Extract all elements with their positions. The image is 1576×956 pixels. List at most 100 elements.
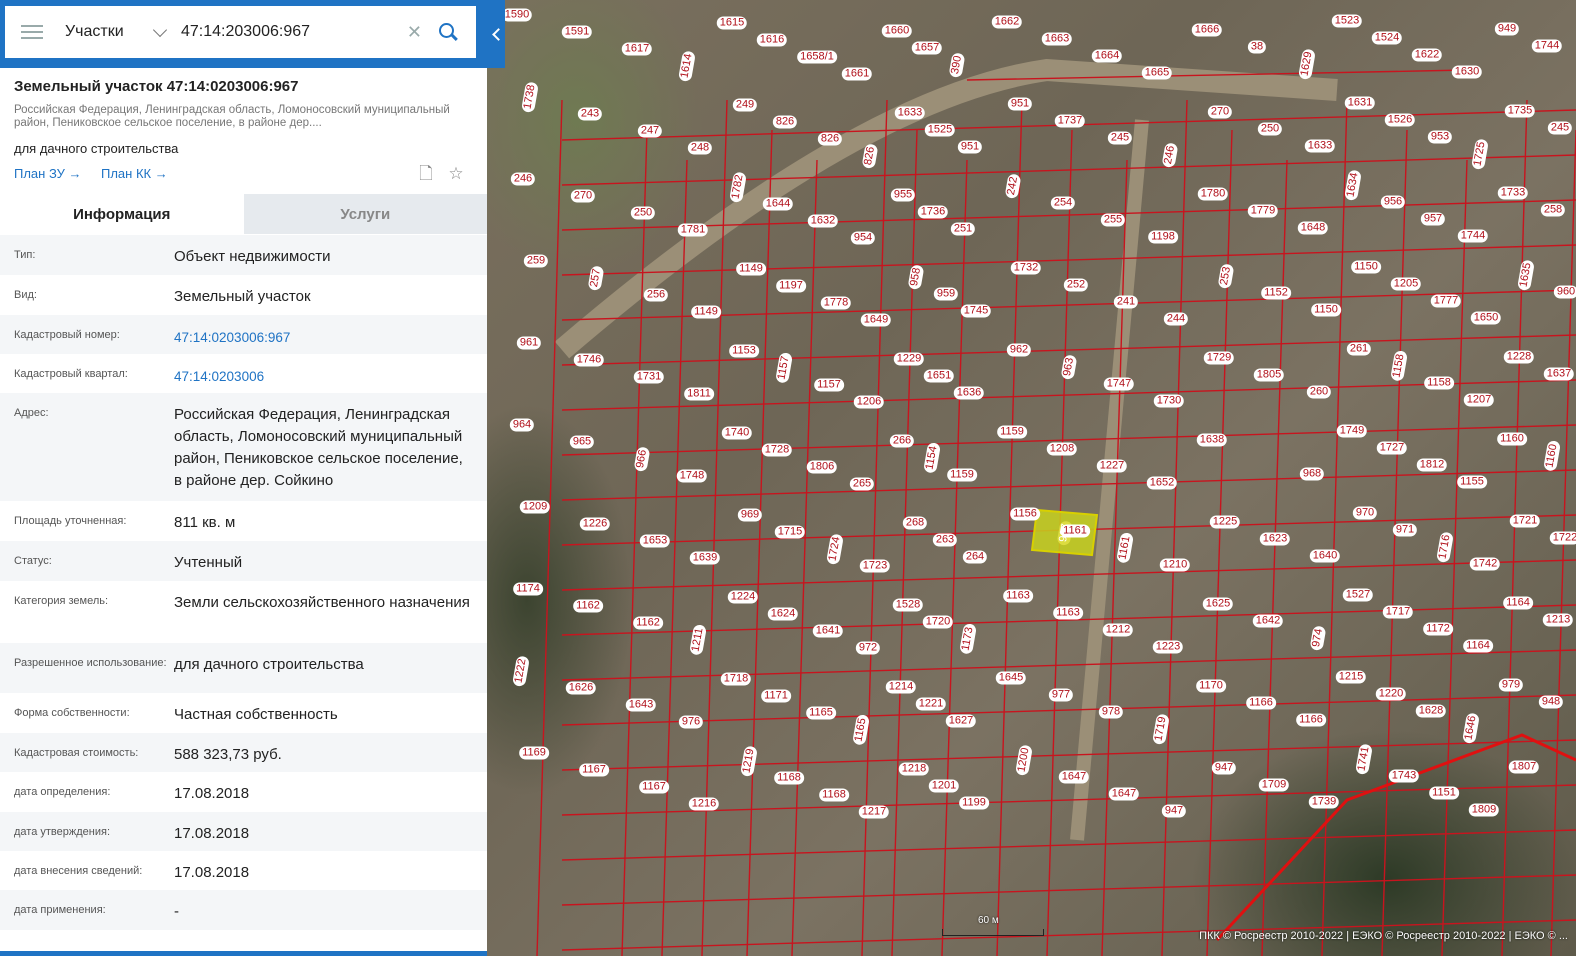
parcel-label[interactable]: 1214: [885, 680, 917, 694]
parcel-label[interactable]: 1218: [898, 762, 930, 776]
parcel-label[interactable]: 258: [1540, 203, 1566, 217]
parcel-label[interactable]: 953: [1427, 130, 1453, 144]
parcel-label[interactable]: 1642: [1252, 614, 1284, 628]
parcel-label[interactable]: 965: [569, 435, 595, 449]
parcel-label[interactable]: 1660: [881, 24, 913, 38]
parcel-label[interactable]: 951: [1007, 97, 1033, 111]
parcel-label[interactable]: 1650: [1470, 311, 1502, 325]
parcel-label[interactable]: 1729: [1203, 351, 1235, 365]
parcel-label[interactable]: 1658/1: [797, 50, 837, 64]
parcel-label[interactable]: 1205: [1390, 277, 1422, 291]
scrollbar[interactable]: [0, 951, 487, 956]
parcel-label[interactable]: 1805: [1253, 368, 1285, 382]
parcel-label[interactable]: 1735: [1504, 104, 1536, 118]
parcel-label[interactable]: 1722: [1549, 531, 1576, 545]
layer-select[interactable]: Участки: [65, 23, 135, 41]
parcel-label[interactable]: 251: [950, 222, 976, 236]
parcel-label[interactable]: 1811: [684, 387, 714, 401]
parcel-label[interactable]: 1227: [1096, 459, 1128, 473]
parcel-label[interactable]: 1720: [922, 615, 954, 629]
parcel-label[interactable]: 1615: [716, 16, 748, 30]
parcel-label[interactable]: 256: [643, 288, 669, 302]
parcel-label[interactable]: 1170: [1196, 679, 1226, 693]
parcel-label[interactable]: 1174: [513, 582, 543, 596]
parcel-label[interactable]: 1718: [720, 672, 752, 686]
parcel-label[interactable]: 826: [817, 132, 843, 146]
parcel-label[interactable]: 1168: [819, 788, 849, 802]
parcel-label[interactable]: 1723: [859, 559, 891, 573]
parcel-label[interactable]: 1163: [1053, 606, 1083, 620]
parcel-label[interactable]: 1159: [997, 425, 1027, 439]
parcel-label[interactable]: 1523: [1331, 14, 1363, 28]
parcel-label[interactable]: 1637: [1543, 367, 1575, 381]
plan-zu-link[interactable]: План ЗУ →: [14, 166, 82, 181]
parcel-label[interactable]: 247: [637, 124, 663, 138]
parcel-label[interactable]: 1632: [807, 214, 839, 228]
parcel-label[interactable]: 1778: [820, 296, 852, 310]
info-value-link[interactable]: 47:14:0203006:967: [174, 315, 473, 354]
tab-info[interactable]: Информация: [0, 194, 244, 234]
parcel-label[interactable]: 961: [516, 336, 542, 350]
parcel-label[interactable]: 1643: [625, 698, 657, 712]
parcel-label[interactable]: 826: [772, 115, 798, 129]
parcel-label[interactable]: 1591: [561, 25, 593, 39]
parcel-label[interactable]: 1666: [1191, 23, 1223, 37]
parcel-label[interactable]: 1641: [812, 624, 844, 638]
parcel-label[interactable]: 1721: [1509, 514, 1541, 528]
parcel-label[interactable]: 1151: [1429, 786, 1459, 800]
parcel-label[interactable]: 976: [678, 715, 704, 729]
parcel-label[interactable]: 1748: [676, 469, 708, 483]
parcel-label[interactable]: 1652: [1146, 476, 1178, 490]
parcel-label[interactable]: 1627: [945, 714, 977, 728]
parcel-label[interactable]: 1639: [689, 551, 721, 565]
parcel-label[interactable]: 964: [509, 418, 535, 432]
star-icon[interactable]: ☆: [446, 164, 466, 184]
parcel-label[interactable]: 956: [1380, 195, 1406, 209]
parcel-label[interactable]: 1661: [841, 67, 873, 81]
parcel-label[interactable]: 1206: [853, 395, 885, 409]
parcel-label[interactable]: 1651: [923, 369, 955, 383]
cadastral-map[interactable]: 1590 1591 1617 1614 1615 1616 1658/1 1661 1660 16…: [487, 0, 1576, 956]
parcel-label[interactable]: 1665: [1141, 66, 1173, 80]
parcel-label[interactable]: 979: [1498, 678, 1524, 692]
parcel-label[interactable]: 1664: [1091, 49, 1123, 63]
parcel-label[interactable]: 1525: [924, 123, 956, 137]
parcel-label[interactable]: 1198: [1148, 230, 1178, 244]
parcel-label[interactable]: 962: [1006, 343, 1032, 357]
parcel-label[interactable]: 241: [1113, 295, 1139, 309]
parcel-label[interactable]: 1732: [1010, 261, 1042, 275]
parcel-label[interactable]: 1223: [1152, 640, 1184, 654]
parcel-label[interactable]: 1167: [639, 780, 669, 794]
parcel-label[interactable]: 263: [932, 533, 958, 547]
parcel-label[interactable]: 261: [1346, 342, 1372, 356]
parcel-label[interactable]: 1709: [1258, 778, 1290, 792]
parcel-label[interactable]: 1626: [565, 681, 597, 695]
parcel-label[interactable]: 1616: [756, 33, 788, 47]
parcel-label[interactable]: 1201: [928, 779, 960, 793]
parcel-label[interactable]: 1217: [858, 805, 890, 819]
parcel-label[interactable]: 1812: [1416, 458, 1448, 472]
parcel-label[interactable]: 1744: [1457, 229, 1489, 243]
parcel-label[interactable]: 1166: [1296, 713, 1326, 727]
parcel-label[interactable]: 252: [1063, 278, 1089, 292]
parcel-label[interactable]: 1197: [776, 279, 806, 293]
parcel-label[interactable]: 1806: [806, 460, 838, 474]
menu-icon[interactable]: [21, 25, 43, 39]
parcel-label[interactable]: 1638: [1196, 433, 1228, 447]
parcel-label[interactable]: 969: [737, 508, 763, 522]
parcel-label[interactable]: 1633: [894, 106, 926, 120]
parcel-label[interactable]: 246: [510, 172, 536, 186]
parcel-label[interactable]: 270: [570, 189, 596, 203]
parcel-label[interactable]: 947: [1161, 804, 1187, 818]
parcel-label[interactable]: 1745: [960, 304, 992, 318]
parcel-label[interactable]: 1149: [691, 305, 721, 319]
parcel-label[interactable]: 971: [1392, 523, 1418, 537]
parcel-label[interactable]: 1220: [1375, 687, 1407, 701]
parcel-label[interactable]: 1213: [1542, 613, 1574, 627]
collapse-panel-button[interactable]: [487, 0, 505, 68]
parcel-label[interactable]: 245: [1547, 121, 1573, 135]
close-icon[interactable]: ✕: [407, 22, 422, 43]
parcel-label[interactable]: 255: [1100, 213, 1126, 227]
parcel-label[interactable]: 1165: [806, 706, 836, 720]
parcel-label[interactable]: 1166: [1246, 696, 1276, 710]
